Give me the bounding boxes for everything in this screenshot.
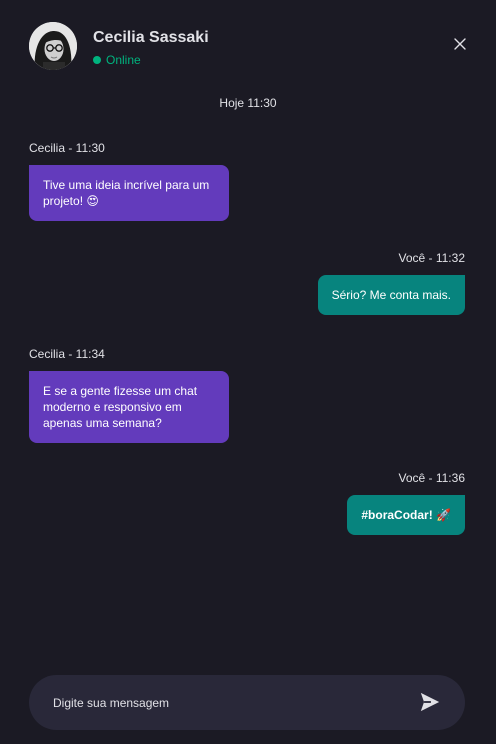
status-text: Online [106,53,141,67]
message-meta: Cecilia - 11:34 [29,347,105,361]
send-button[interactable] [419,691,441,713]
chat-window: Cecilia Sassaki Online Hoje 11:30 Cecili… [0,0,496,744]
close-icon [454,38,466,50]
message-bubble-outgoing: Sério? Me conta mais. [317,275,465,315]
message-bubble-incoming: Tive uma ideia incrível para um projeto!… [29,165,229,221]
avatar [29,22,77,70]
message-bubble-incoming: E se a gente fizesse um chat moderno e r… [29,371,229,443]
avatar-image [29,22,77,70]
day-divider: Hoje 11:30 [219,96,277,110]
message-input[interactable] [53,675,413,730]
status-indicator: Online [93,53,141,67]
message-meta: Você - 11:36 [398,471,466,485]
send-icon [420,692,440,712]
chat-header: Cecilia Sassaki Online [29,22,468,74]
close-button[interactable] [452,36,468,52]
message-bubble-outgoing: #boraCodar! 🚀 [347,495,465,535]
online-dot-icon [93,56,101,64]
message-meta: Cecilia - 11:30 [29,141,105,155]
contact-name: Cecilia Sassaki [93,29,209,46]
message-meta: Você - 11:32 [398,251,466,265]
message-composer [29,675,465,730]
